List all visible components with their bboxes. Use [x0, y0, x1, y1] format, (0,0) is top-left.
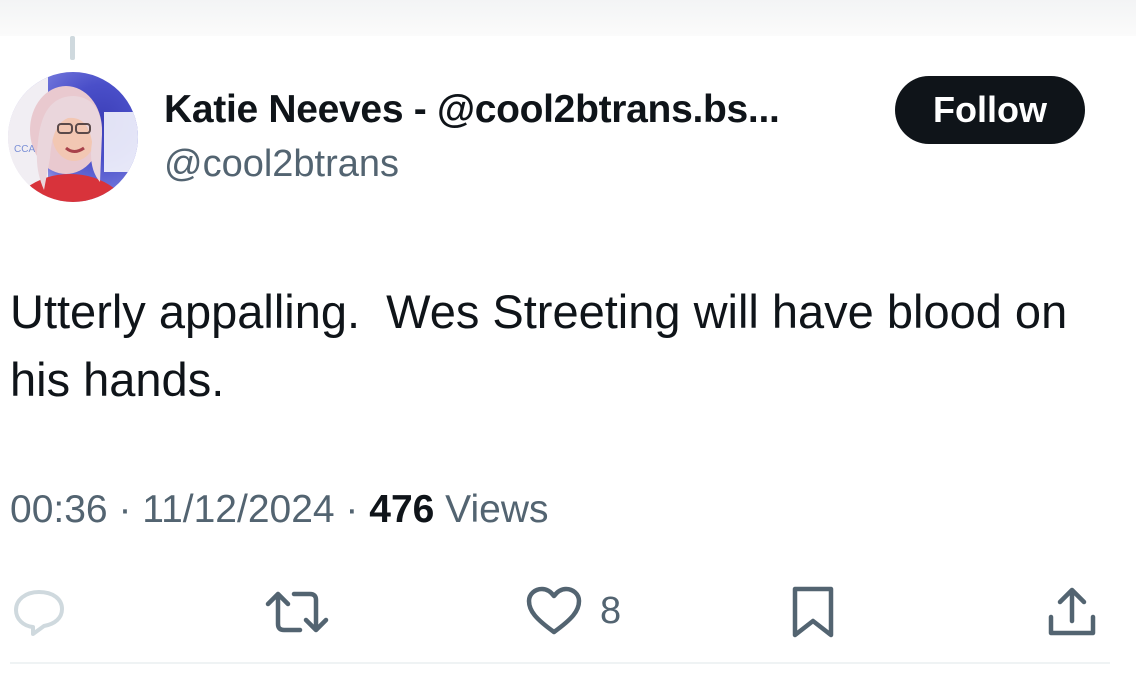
profile-photo-icon: CCA [8, 72, 138, 202]
retweet-icon [265, 591, 329, 633]
like-count: 8 [600, 589, 622, 632]
reply-icon [14, 590, 64, 636]
avatar[interactable]: CCA [8, 72, 138, 202]
previous-tweet-edge [0, 0, 1136, 36]
thread-connector-line [70, 36, 75, 60]
views-count: 476 [369, 488, 435, 531]
tweet-metadata: 00:36 · 11/12/2024 · 476 Views [10, 488, 549, 532]
bookmark-icon [792, 586, 834, 638]
reply-button[interactable] [12, 588, 66, 638]
bottom-divider [10, 662, 1110, 664]
share-button[interactable] [1045, 585, 1099, 639]
follow-button[interactable]: Follow [895, 76, 1085, 144]
svg-text:CCA: CCA [14, 144, 35, 155]
author-handle[interactable]: @cool2btrans [164, 143, 399, 186]
retweet-button[interactable] [264, 588, 330, 636]
bookmark-button[interactable] [790, 585, 836, 639]
meta-separator: · [334, 488, 370, 531]
tweet-date[interactable]: 11/12/2024 [142, 488, 334, 531]
share-icon [1048, 587, 1096, 636]
tweet-text: Utterly appalling. Wes Streeting will ha… [10, 285, 1081, 406]
heart-icon [526, 586, 582, 635]
tweet-page: CCA Katie Neeves - @cool2btrans.bs... @c… [0, 0, 1136, 692]
author-display-name[interactable]: Katie Neeves - @cool2btrans.bs... [164, 88, 780, 132]
views-label: Views [434, 488, 549, 531]
tweet-time[interactable]: 00:36 [10, 488, 108, 531]
meta-separator: · [107, 488, 143, 531]
like-button[interactable]: 8 [526, 586, 621, 636]
